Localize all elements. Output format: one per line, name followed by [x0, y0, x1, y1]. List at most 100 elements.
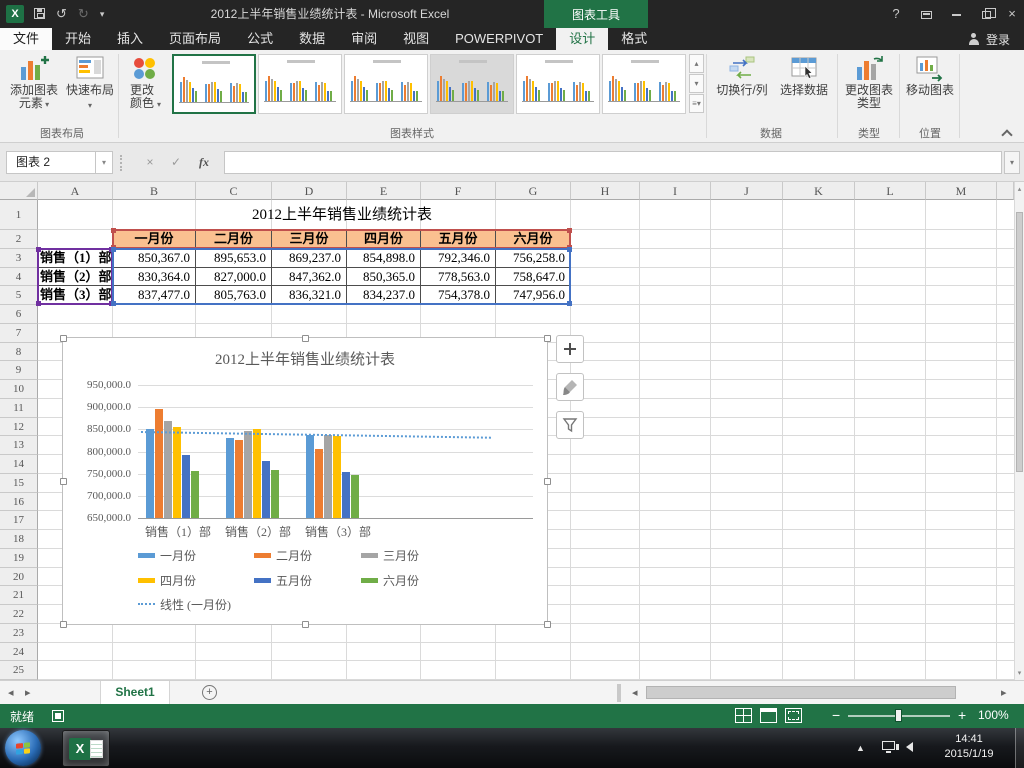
cell-row-label[interactable]: 销售（1）部: [38, 248, 113, 268]
bar-五月份[interactable]: [342, 471, 350, 518]
cell-value[interactable]: 847,362.0: [272, 267, 347, 287]
row-header-19[interactable]: 19: [0, 548, 38, 568]
selection-handle[interactable]: [544, 478, 551, 485]
enter-formula-button[interactable]: ✓: [164, 151, 188, 174]
bar-二月份[interactable]: [315, 448, 323, 518]
cell-value[interactable]: 827,000.0: [196, 267, 272, 287]
normal-view-button[interactable]: [735, 708, 752, 723]
insert-function-button[interactable]: fx: [192, 151, 216, 174]
chart-style-thumbnail-1[interactable]: [172, 54, 256, 114]
row-header-14[interactable]: 14: [0, 455, 38, 474]
name-box-dropdown[interactable]: ▾: [96, 151, 113, 174]
selection-handle[interactable]: [60, 621, 67, 628]
ribbon-tab-数据[interactable]: 数据: [286, 28, 338, 50]
bar-四月份[interactable]: [173, 427, 181, 518]
formula-input[interactable]: [224, 151, 1002, 174]
add-chart-element-button[interactable]: 添加图表元素 ▾: [6, 53, 62, 125]
show-hidden-icons-button[interactable]: ▲: [856, 743, 865, 753]
ribbon-tab-设计[interactable]: 设计: [556, 28, 609, 50]
cell-month-header[interactable]: 六月份: [496, 230, 571, 249]
zoom-out-button[interactable]: −: [832, 707, 840, 723]
collapse-ribbon-button[interactable]: [1002, 128, 1012, 138]
switch-row-column-button[interactable]: 切换行/列: [712, 53, 772, 125]
row-header-20[interactable]: 20: [0, 567, 38, 587]
sign-in-button[interactable]: 登录: [968, 28, 1010, 50]
legend-item-二月份[interactable]: 二月份: [254, 548, 312, 563]
row-header-5[interactable]: 5: [0, 286, 38, 305]
chart-filters-button[interactable]: [556, 411, 584, 439]
ribbon-tab-格式[interactable]: 格式: [608, 28, 660, 50]
cell-value[interactable]: 834,237.0: [347, 286, 421, 305]
change-colors-button[interactable]: 更改颜色 ▾: [122, 53, 166, 125]
ribbon-tab-POWERPIVOT[interactable]: POWERPIVOT: [442, 28, 556, 50]
restore-button[interactable]: [972, 0, 1000, 28]
embedded-chart[interactable]: 2012上半年销售业绩统计表 950,000.0 900,000.0 850,000…: [60, 335, 551, 628]
cell-value[interactable]: 837,477.0: [113, 286, 196, 305]
row-header-9[interactable]: 9: [0, 361, 38, 380]
column-header-I[interactable]: I: [640, 182, 711, 200]
cell-value[interactable]: 758,647.0: [496, 267, 571, 287]
scroll-down-arrow[interactable]: ▾: [1015, 669, 1024, 677]
ribbon-tab-开始[interactable]: 开始: [52, 28, 104, 50]
formula-bar-handle[interactable]: [120, 155, 122, 171]
sheet-nav-left-arrow[interactable]: ◂: [8, 686, 14, 699]
ribbon-tab-视图[interactable]: 视图: [390, 28, 442, 50]
sheet-tab-sheet1[interactable]: Sheet1: [100, 681, 170, 704]
bar-六月份[interactable]: [191, 470, 199, 518]
cell-value[interactable]: 850,367.0: [113, 248, 196, 268]
help-button[interactable]: ?: [882, 0, 910, 28]
horizontal-scrollbar-thumb[interactable]: [646, 686, 956, 699]
selection-handle[interactable]: [60, 335, 67, 342]
close-button[interactable]: ×: [1000, 0, 1024, 28]
bar-四月份[interactable]: [333, 436, 341, 518]
cell-row-label[interactable]: 销售（2）部: [38, 267, 113, 287]
chart-style-thumbnail-6[interactable]: [602, 54, 686, 114]
excel-app-icon[interactable]: X: [6, 5, 24, 23]
bar-六月份[interactable]: [351, 474, 359, 518]
row-header-21[interactable]: 21: [0, 586, 38, 605]
bar-五月份[interactable]: [262, 461, 270, 518]
table-title-cell[interactable]: 2012上半年销售业绩统计表: [113, 200, 571, 230]
cell-value[interactable]: 850,365.0: [347, 267, 421, 287]
legend-item-四月份[interactable]: 四月份: [138, 573, 196, 588]
cell-value[interactable]: 756,258.0: [496, 248, 571, 268]
ribbon-tab-插入[interactable]: 插入: [104, 28, 156, 50]
selection-handle[interactable]: [544, 621, 551, 628]
cell-month-header[interactable]: 四月份: [347, 230, 421, 249]
gallery-expand[interactable]: ≡▾: [689, 94, 704, 113]
volume-tray-icon[interactable]: [896, 742, 913, 752]
row-header-15[interactable]: 15: [0, 473, 38, 493]
legend-item-三月份[interactable]: 三月份: [361, 548, 419, 563]
chart-style-thumbnail-2[interactable]: [258, 54, 342, 114]
taskbar-clock[interactable]: 14:41 2015/1/19: [928, 732, 1010, 762]
sheet-nav-right-arrow[interactable]: ▸: [25, 686, 31, 699]
move-chart-button[interactable]: 移动图表: [903, 53, 957, 125]
cancel-formula-button[interactable]: ×: [138, 151, 162, 174]
column-header-J[interactable]: J: [711, 182, 783, 200]
column-header-D[interactable]: D: [272, 182, 347, 200]
cell-value[interactable]: 854,898.0: [347, 248, 421, 268]
cell-value[interactable]: 830,364.0: [113, 267, 196, 287]
chart-styles-button[interactable]: [556, 373, 584, 401]
row-header-7[interactable]: 7: [0, 323, 38, 343]
row-header-16[interactable]: 16: [0, 492, 38, 512]
expand-formula-bar-button[interactable]: ▾: [1004, 151, 1020, 174]
ribbon-tab-公式[interactable]: 公式: [234, 28, 286, 50]
row-header-23[interactable]: 23: [0, 623, 38, 643]
column-header-K[interactable]: K: [783, 182, 855, 200]
row-header-1[interactable]: 1: [0, 200, 38, 230]
row-header-13[interactable]: 13: [0, 436, 38, 455]
chart-elements-button[interactable]: [556, 335, 584, 363]
cell-value[interactable]: 747,956.0: [496, 286, 571, 305]
column-header-G[interactable]: G: [496, 182, 571, 200]
cell-value[interactable]: 895,653.0: [196, 248, 272, 268]
chart-title[interactable]: 2012上半年销售业绩统计表: [63, 348, 547, 369]
row-header-2[interactable]: 2: [0, 230, 38, 249]
cell-month-header[interactable]: 二月份: [196, 230, 272, 249]
ribbon-tab-文件[interactable]: 文件: [0, 28, 53, 50]
gallery-scroll-up[interactable]: ▴: [689, 54, 704, 73]
selection-handle[interactable]: [544, 335, 551, 342]
chart-style-thumbnail-5[interactable]: [516, 54, 600, 114]
ribbon-display-options-button[interactable]: [912, 0, 940, 28]
cell-row-label[interactable]: 销售（3）部: [38, 286, 113, 305]
